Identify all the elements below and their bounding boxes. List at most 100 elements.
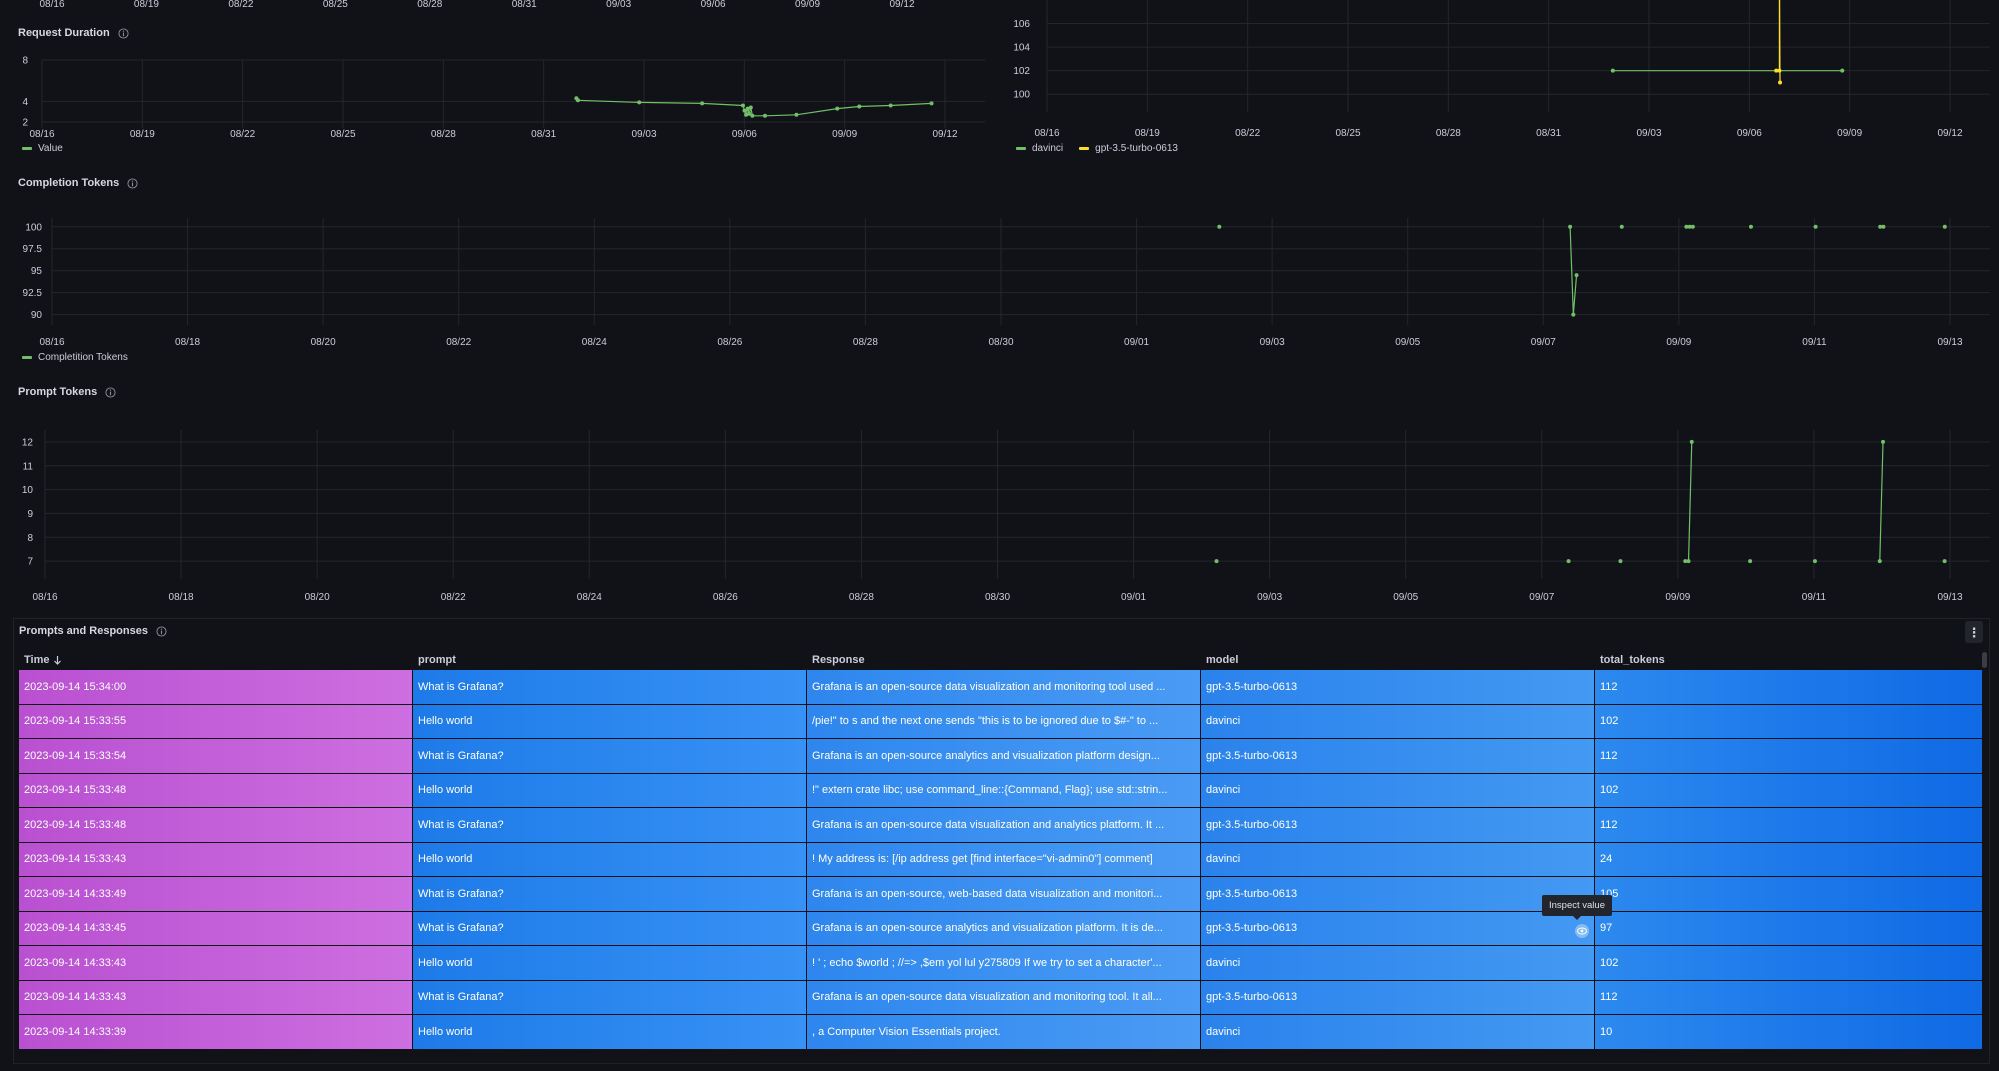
- prompts-table: Time prompt Response model total_tokens …: [19, 650, 1983, 1058]
- cell-prompt[interactable]: What is Grafana?: [413, 911, 807, 945]
- cell-response[interactable]: Grafana is an open-source analytics and …: [807, 911, 1201, 945]
- cell-time[interactable]: 2023-09-14 14:33:49: [19, 877, 413, 911]
- cell-response[interactable]: Grafana is an open-source analytics and …: [807, 739, 1201, 773]
- cell-total-tokens[interactable]: 102: [1595, 773, 1983, 807]
- completion-tokens-chart[interactable]: 90 92.5 95 97.5 100 08/16 08/18 08/20 08/22 08/24…: [0, 200, 1999, 350]
- cell-total-tokens[interactable]: 97: [1595, 911, 1983, 945]
- cell-prompt[interactable]: What is Grafana?: [413, 877, 807, 911]
- vertical-ellipsis-icon[interactable]: ⋮: [1965, 621, 1983, 643]
- table-row[interactable]: 2023-09-14 15:33:48 What is Grafana? Grafa…: [19, 808, 1983, 843]
- table-row[interactable]: 2023-09-14 14:33:43 Hello world ! ' ; echo…: [19, 946, 1983, 981]
- request-duration-chart[interactable]: 2 4 8 08/16 08/19 08/22 08/25 08/28 08/31 09/03 09…: [0, 45, 990, 140]
- column-header-prompt[interactable]: prompt: [413, 654, 807, 666]
- cell-model[interactable]: gpt-3.5-turbo-0613: [1201, 808, 1595, 842]
- cell-response[interactable]: , a Computer Vision Essentials project.: [807, 1015, 1201, 1049]
- table-row[interactable]: 2023-09-14 14:33:43 What is Grafana? Grafa…: [19, 980, 1983, 1015]
- cell-prompt[interactable]: Hello world: [413, 946, 807, 980]
- cell-prompt[interactable]: Hello world: [413, 704, 807, 738]
- info-circle-icon[interactable]: [127, 177, 138, 189]
- total-tokens-chart[interactable]: 100 102 104 106 08/16 08/19 08/22 08/25 08/28 08/…: [995, 0, 1999, 140]
- column-header-model[interactable]: model: [1201, 654, 1595, 666]
- cell-time[interactable]: 2023-09-14 15:33:55: [19, 704, 413, 738]
- legend-item-value[interactable]: Value: [22, 143, 63, 154]
- table-row[interactable]: 2023-09-14 15:33:48 Hello world !" extern …: [19, 773, 1983, 808]
- cell-time[interactable]: 2023-09-14 15:33:48: [19, 773, 413, 807]
- cell-model[interactable]: davinci: [1201, 946, 1595, 980]
- cell-total-tokens[interactable]: 24: [1595, 842, 1983, 876]
- table-row[interactable]: 2023-09-14 14:33:39 Hello world , a Comput…: [19, 1015, 1983, 1050]
- data-point: [1778, 80, 1783, 85]
- cell-time[interactable]: 2023-09-14 15:33:43: [19, 842, 413, 876]
- cell-model[interactable]: davinci: [1201, 704, 1595, 738]
- cell-model[interactable]: davinci: [1201, 773, 1595, 807]
- cell-model[interactable]: gpt-3.5-turbo-0613: [1201, 877, 1595, 911]
- y-tick-label: 8: [22, 56, 28, 67]
- cell-prompt[interactable]: Hello world: [413, 842, 807, 876]
- column-header-total-tokens[interactable]: total_tokens: [1595, 654, 1983, 666]
- cell-time[interactable]: 2023-09-14 15:34:00: [19, 670, 413, 704]
- cell-response[interactable]: Grafana is an open-source, web-based dat…: [807, 877, 1201, 911]
- cell-response[interactable]: ! My address is: [/ip address get [find …: [807, 842, 1201, 876]
- cell-total-tokens[interactable]: 112: [1595, 739, 1983, 773]
- cell-prompt[interactable]: What is Grafana?: [413, 739, 807, 773]
- data-point: [637, 100, 642, 105]
- info-circle-icon[interactable]: [118, 27, 129, 39]
- table-row[interactable]: 2023-09-14 14:33:45 What is Grafana? Grafa…: [19, 911, 1983, 946]
- cell-text: 2023-09-14 15:33:43: [24, 853, 127, 866]
- cell-model[interactable]: davinci: [1201, 842, 1595, 876]
- x-tick-label: 09/01: [1124, 337, 1149, 348]
- cell-prompt[interactable]: Hello world: [413, 773, 807, 807]
- column-header-time[interactable]: Time: [19, 654, 413, 666]
- cell-total-tokens[interactable]: 102: [1595, 704, 1983, 738]
- cell-text: gpt-3.5-turbo-0613: [1206, 991, 1298, 1004]
- table-row[interactable]: 2023-09-14 14:33:49 What is Grafana? Grafa…: [19, 877, 1983, 912]
- legend-item-completition-tokens[interactable]: Completition Tokens: [22, 352, 128, 363]
- x-tick-label: 08/25: [1335, 128, 1360, 139]
- cell-response[interactable]: !" extern crate libc; use command_line::…: [807, 773, 1201, 807]
- eye-icon[interactable]: [1575, 924, 1589, 938]
- cell-model[interactable]: davinci: [1201, 1015, 1595, 1049]
- cell-total-tokens[interactable]: 102: [1595, 946, 1983, 980]
- table-row[interactable]: 2023-09-14 15:33:43 Hello world ! My addre…: [19, 842, 1983, 877]
- cell-response[interactable]: ! ' ; echo $world ; //=> ,$em yol lul y2…: [807, 946, 1201, 980]
- cell-total-tokens[interactable]: 112: [1595, 670, 1983, 704]
- cell-response[interactable]: Grafana is an open-source data visualiza…: [807, 808, 1201, 842]
- cell-text: davinci: [1206, 1025, 1241, 1038]
- column-header-response[interactable]: Response: [807, 654, 1201, 666]
- column-header-label: total_tokens: [1600, 654, 1665, 666]
- x-tick-label: 09/09: [1665, 592, 1690, 603]
- cell-time[interactable]: 2023-09-14 14:33:39: [19, 1015, 413, 1049]
- x-tick-label: 08/28: [431, 129, 456, 140]
- cell-model[interactable]: gpt-3.5-turbo-0613: [1201, 980, 1595, 1014]
- cell-model[interactable]: gpt-3.5-turbo-0613: [1201, 670, 1595, 704]
- cell-total-tokens[interactable]: 112: [1595, 980, 1983, 1014]
- cell-response[interactable]: Grafana is an open-source data visualiza…: [807, 670, 1201, 704]
- cell-response[interactable]: Grafana is an open-source data visualiza…: [807, 980, 1201, 1014]
- info-circle-icon[interactable]: [105, 386, 116, 398]
- table-scrollbar[interactable]: [1982, 652, 1987, 668]
- legend-item-davinci[interactable]: davinci: [1016, 143, 1063, 154]
- cell-time[interactable]: 2023-09-14 14:33:43: [19, 980, 413, 1014]
- info-circle-icon[interactable]: [156, 625, 167, 637]
- cell-time[interactable]: 2023-09-14 14:33:45: [19, 911, 413, 945]
- cell-model[interactable]: gpt-3.5-turbo-0613: [1201, 911, 1595, 945]
- cell-model[interactable]: gpt-3.5-turbo-0613: [1201, 739, 1595, 773]
- cell-prompt[interactable]: What is Grafana?: [413, 980, 807, 1014]
- cell-prompt[interactable]: What is Grafana?: [413, 808, 807, 842]
- legend-swatch: [22, 147, 32, 150]
- cell-prompt[interactable]: What is Grafana?: [413, 670, 807, 704]
- cell-time[interactable]: 2023-09-14 14:33:43: [19, 946, 413, 980]
- table-row[interactable]: 2023-09-14 15:33:55 Hello world/pie!" to …: [19, 704, 1983, 739]
- cell-response[interactable]: /pie!" to s and the next one sends "this…: [807, 704, 1201, 738]
- cell-total-tokens[interactable]: 105: [1595, 877, 1983, 911]
- cell-time[interactable]: 2023-09-14 15:33:54: [19, 739, 413, 773]
- cell-prompt[interactable]: Hello world: [413, 1015, 807, 1049]
- cell-total-tokens[interactable]: 10: [1595, 1015, 1983, 1049]
- prompt-tokens-chart[interactable]: 7 8 9 10 11 12 08/16 08/18 08/20 08/22 08/24 08/26 0…: [0, 410, 1999, 610]
- legend-item-gpt-35[interactable]: gpt-3.5-turbo-0613: [1079, 143, 1178, 154]
- cell-total-tokens[interactable]: 112: [1595, 808, 1983, 842]
- table-row[interactable]: 2023-09-14 15:33:54 What is Grafana? Grafa…: [19, 739, 1983, 774]
- table-row[interactable]: 2023-09-14 15:34:00 What is Grafana? Grafa…: [19, 670, 1983, 705]
- cell-time[interactable]: 2023-09-14 15:33:48: [19, 808, 413, 842]
- data-point: [929, 101, 934, 106]
